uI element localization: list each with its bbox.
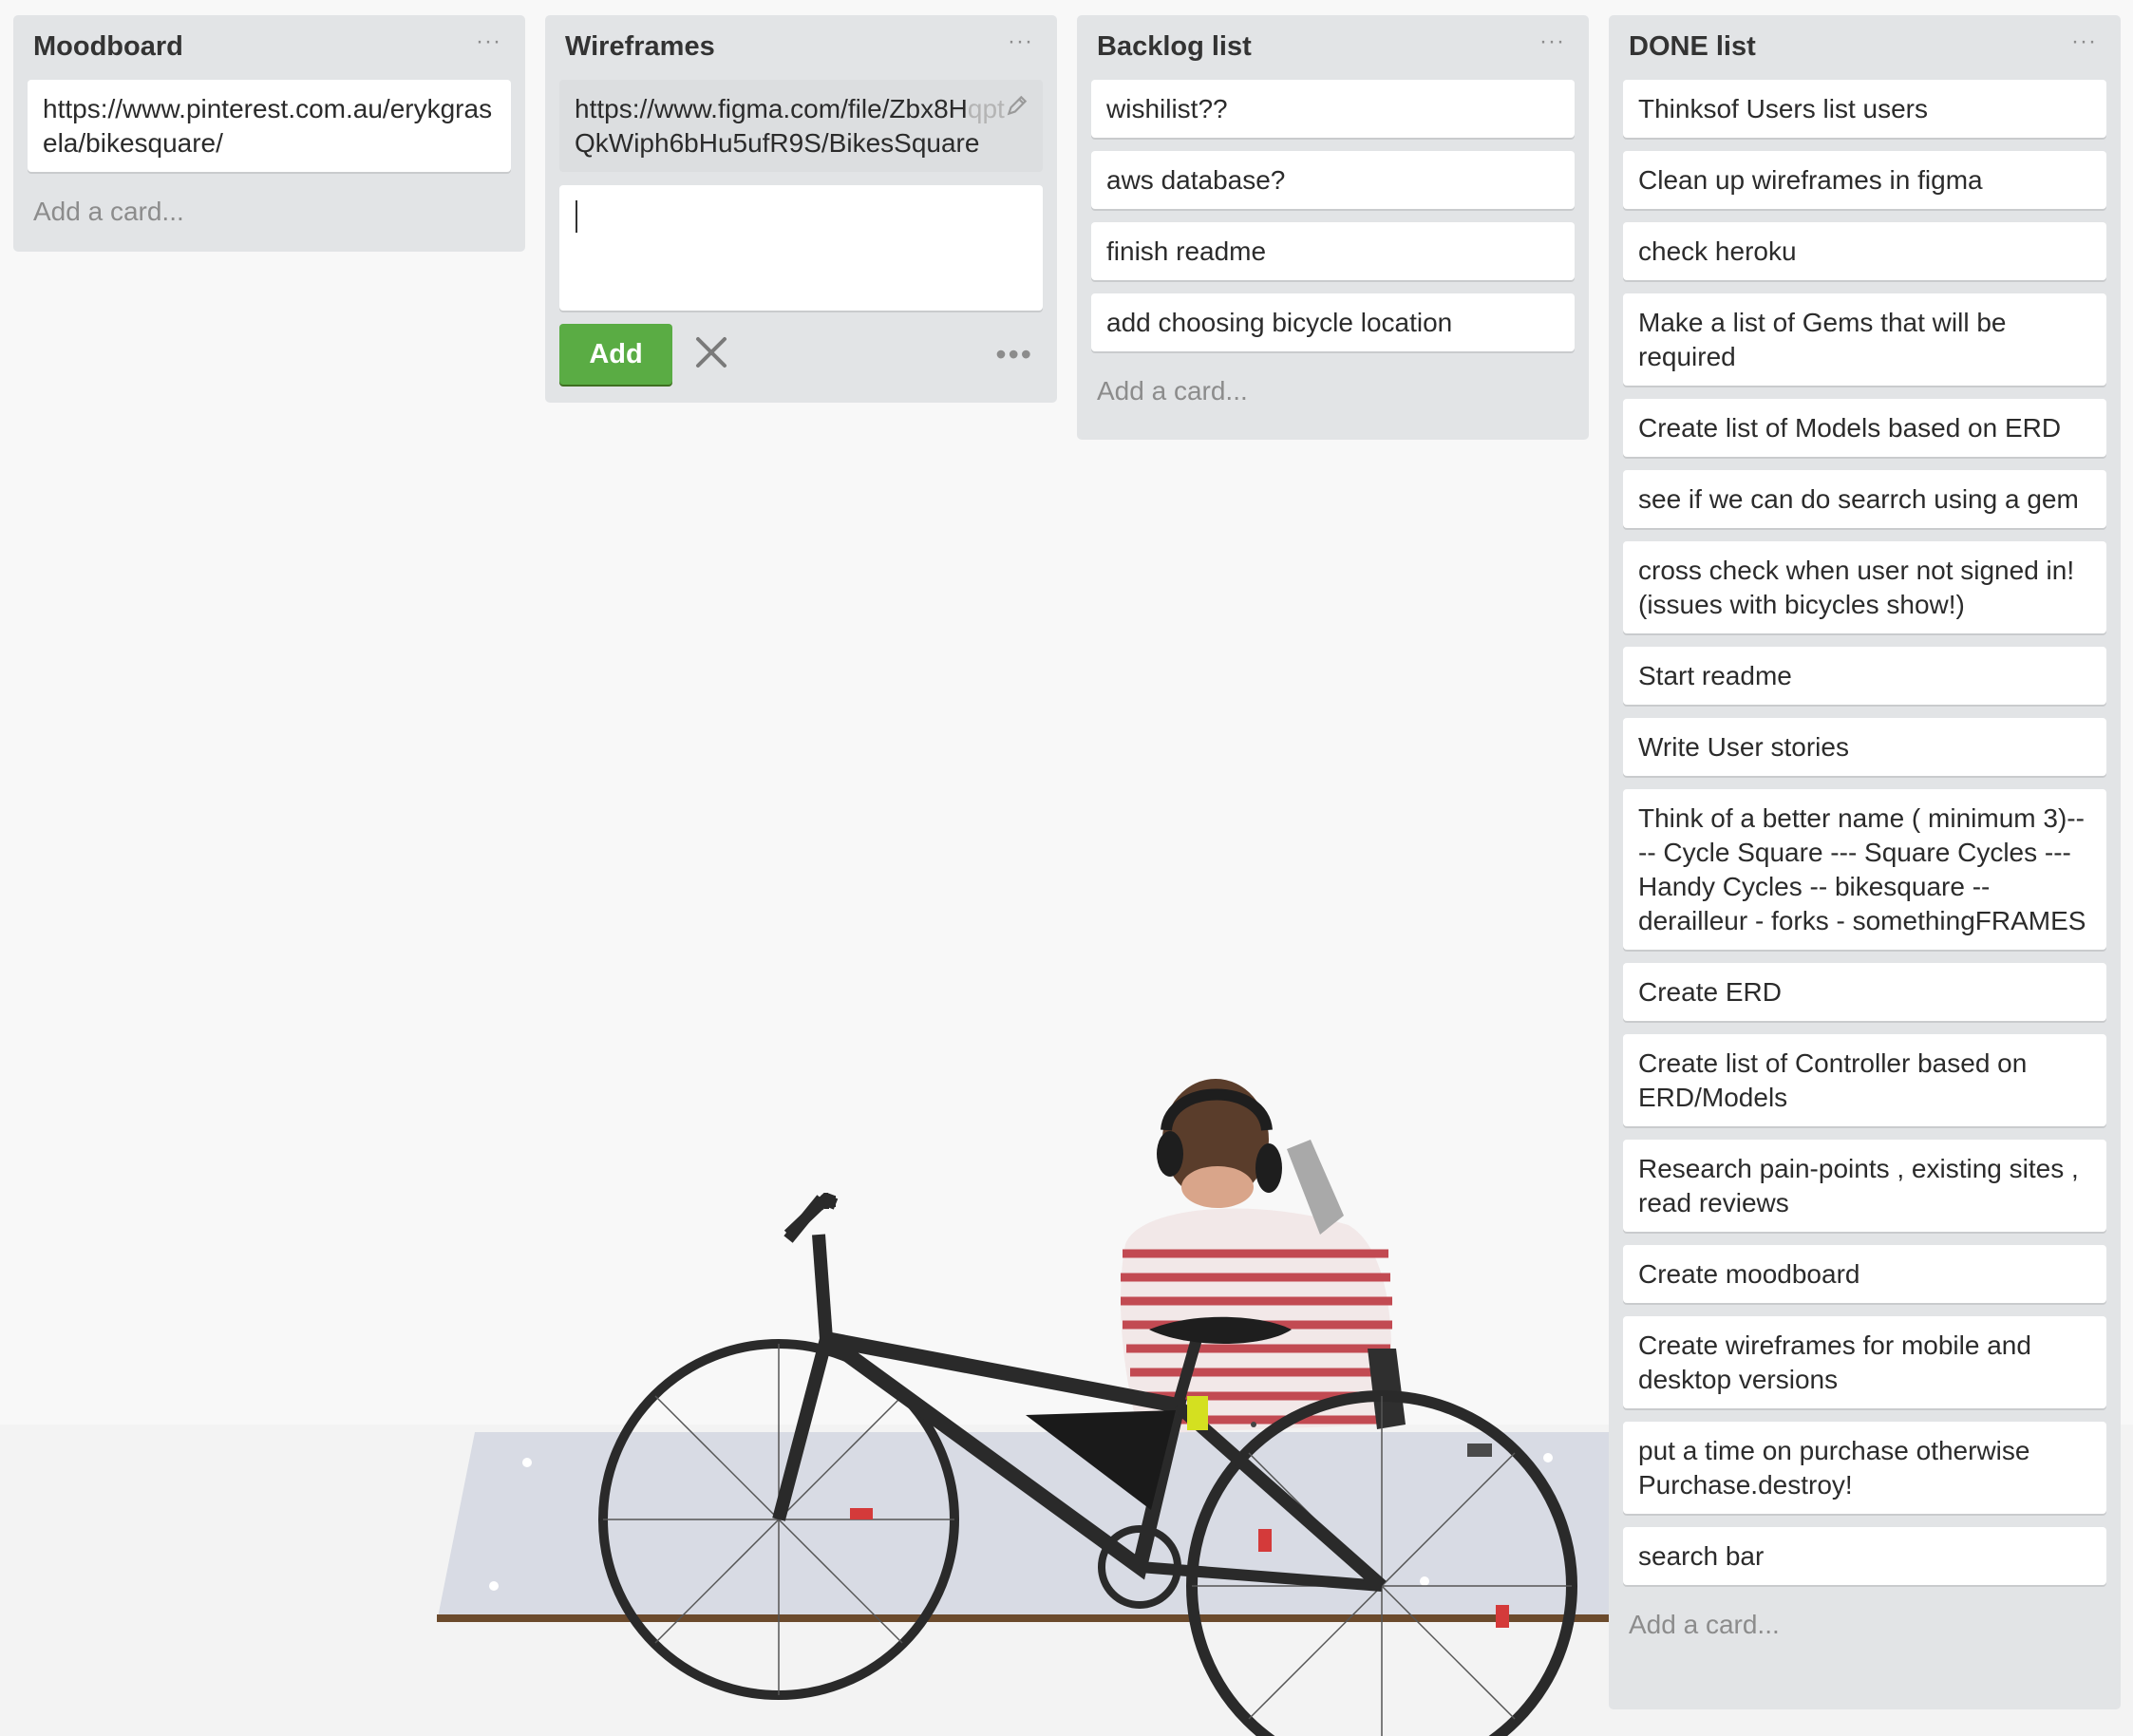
card[interactable]: search bar — [1623, 1527, 2106, 1585]
list-done: DONE list ··· Thinksof Users list users … — [1609, 15, 2121, 1709]
card[interactable]: https://www.pinterest.com.au/erykgrasela… — [28, 80, 511, 172]
ellipsis-icon[interactable]: ••• — [995, 337, 1033, 372]
text-caret — [576, 200, 577, 233]
ellipsis-icon[interactable]: ··· — [1008, 28, 1033, 55]
list-title[interactable]: Backlog list — [1097, 31, 1252, 63]
card[interactable]: Research pain-points , existing sites , … — [1623, 1140, 2106, 1232]
ellipsis-icon[interactable]: ··· — [1539, 28, 1565, 55]
add-card-link[interactable]: Add a card... — [28, 185, 511, 244]
close-icon[interactable] — [694, 335, 728, 369]
pencil-icon[interactable] — [1005, 93, 1029, 118]
list-backlog: Backlog list ··· wishilist?? aws databas… — [1077, 15, 1589, 440]
add-button[interactable]: Add — [559, 324, 672, 385]
ellipsis-icon[interactable]: ··· — [2071, 28, 2097, 55]
add-card-link[interactable]: Add a card... — [1091, 365, 1575, 424]
card[interactable]: Create list of Controller based on ERD/M… — [1623, 1034, 2106, 1126]
card[interactable]: Thinksof Users list users — [1623, 80, 2106, 138]
new-card-textarea[interactable] — [559, 185, 1043, 311]
card[interactable]: Make a list of Gems that will be require… — [1623, 293, 2106, 386]
list-header: DONE list ··· — [1623, 15, 2106, 80]
card[interactable]: check heroku — [1623, 222, 2106, 280]
ellipsis-icon[interactable]: ··· — [476, 28, 501, 55]
card[interactable]: Clean up wireframes in figma — [1623, 151, 2106, 209]
card-text-line-2: QkWiph6bHu5ufR9S/BikesSquare — [575, 128, 980, 158]
add-card-link[interactable]: Add a card... — [1623, 1598, 2106, 1657]
card[interactable]: Start readme — [1623, 647, 2106, 705]
list-title[interactable]: Wireframes — [565, 31, 715, 63]
list-title[interactable]: DONE list — [1629, 31, 1756, 63]
card-text-line-1: https://www.figma.com/file/Zbx8Hqpt — [575, 94, 1005, 123]
card[interactable]: cross check when user not signed in! (is… — [1623, 541, 2106, 633]
list-header: Backlog list ··· — [1091, 15, 1575, 80]
card[interactable]: put a time on purchase otherwise Purchas… — [1623, 1422, 2106, 1514]
card[interactable]: finish readme — [1091, 222, 1575, 280]
list-title[interactable]: Moodboard — [33, 31, 183, 63]
card[interactable]: see if we can do searrch using a gem — [1623, 470, 2106, 528]
card[interactable]: wishilist?? — [1091, 80, 1575, 138]
list-wireframes: Wireframes ··· https://www.figma.com/fil… — [545, 15, 1057, 403]
composer-controls: Add ••• — [559, 324, 1043, 387]
list-header: Moodboard ··· — [28, 15, 511, 80]
card[interactable]: add choosing bicycle location — [1091, 293, 1575, 351]
card[interactable]: Create ERD — [1623, 963, 2106, 1021]
card[interactable]: Create list of Models based on ERD — [1623, 399, 2106, 457]
card[interactable]: Write User stories — [1623, 718, 2106, 776]
card[interactable]: Think of a better name ( minimum 3)---- … — [1623, 789, 2106, 950]
card[interactable]: Create wireframes for mobile and desktop… — [1623, 1316, 2106, 1408]
list-moodboard: Moodboard ··· https://www.pinterest.com.… — [13, 15, 525, 252]
card-being-hovered[interactable]: https://www.figma.com/file/Zbx8Hqpt QkWi… — [559, 80, 1043, 172]
list-header: Wireframes ··· — [559, 15, 1043, 80]
card[interactable]: Create moodboard — [1623, 1245, 2106, 1303]
card[interactable]: aws database? — [1091, 151, 1575, 209]
